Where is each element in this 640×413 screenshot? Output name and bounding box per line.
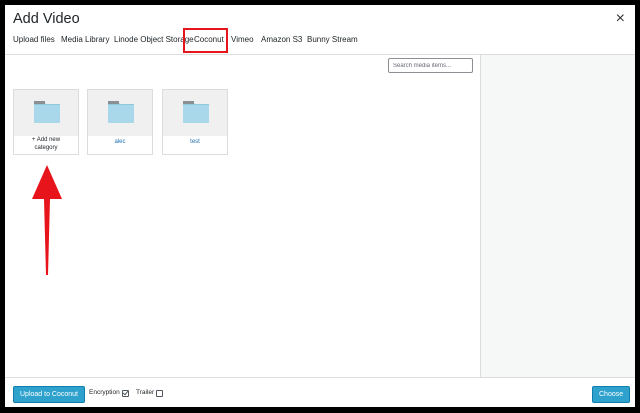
red-arrow-annotation — [32, 165, 62, 275]
folder-icon — [34, 101, 60, 123]
choose-button[interactable]: Choose — [592, 386, 631, 403]
dialog-footer: Upload to Coconut Encryption Trailer Cho… — [5, 377, 635, 407]
folder-card-alec[interactable]: alec — [87, 89, 153, 155]
tab-amazon-s3[interactable]: Amazon S3 — [261, 33, 302, 47]
encryption-option: Encryption — [89, 389, 129, 397]
attachment-details-sidebar — [481, 55, 635, 377]
tab-upload-files[interactable]: Upload files — [13, 33, 55, 47]
media-content: + Add new category alec — [5, 55, 481, 377]
folder-icon — [108, 101, 134, 123]
folder-thumbnail — [163, 90, 227, 136]
trailer-label: Trailer — [136, 389, 155, 396]
trailer-checkbox[interactable] — [156, 389, 164, 397]
add-video-dialog: Add Video × Upload files Media Library L… — [5, 5, 635, 407]
folder-icon — [183, 101, 209, 123]
folder-label: alec — [114, 139, 126, 145]
upload-to-coconut-button[interactable]: Upload to Coconut — [13, 386, 85, 403]
folder-label: test — [190, 139, 200, 145]
tab-linode-object-storage[interactable]: Linode Object Storage — [114, 33, 194, 47]
dialog-title: Add Video — [13, 11, 80, 27]
folder-thumbnail — [14, 90, 78, 136]
dialog-header: Add Video × Upload files Media Library L… — [5, 5, 635, 55]
add-category-label: + Add new category — [31, 137, 61, 151]
close-icon[interactable]: × — [616, 11, 625, 27]
active-tab-highlight — [183, 28, 228, 53]
tab-vimeo[interactable]: Vimeo — [231, 33, 254, 47]
search-input[interactable] — [388, 58, 473, 73]
tab-media-library[interactable]: Media Library — [61, 33, 109, 47]
encryption-checkbox[interactable] — [121, 389, 129, 397]
trailer-option: Trailer — [136, 389, 164, 397]
folder-thumbnail — [88, 90, 152, 136]
add-category-card[interactable]: + Add new category — [13, 89, 79, 155]
encryption-label: Encryption — [89, 389, 120, 396]
tab-bunny-stream[interactable]: Bunny Stream — [307, 33, 358, 47]
folder-card-test[interactable]: test — [162, 89, 228, 155]
